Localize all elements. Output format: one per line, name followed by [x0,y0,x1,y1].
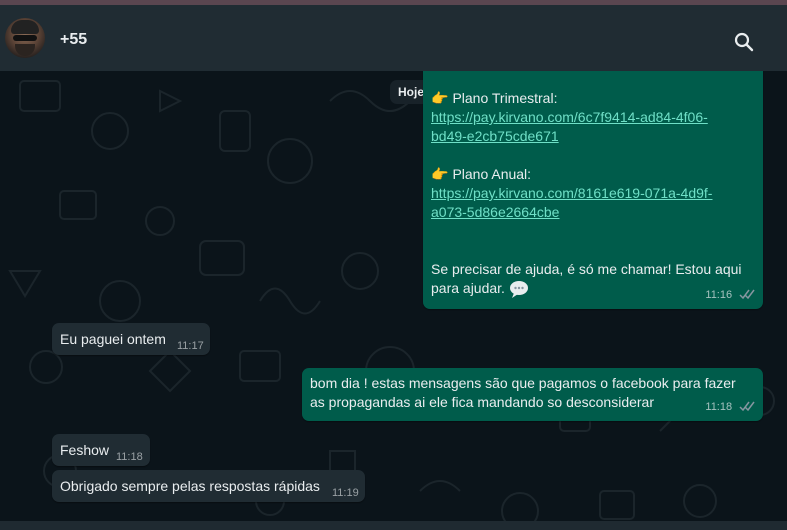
double-check-icon [739,401,755,411]
double-check-icon [739,289,755,299]
message-outgoing[interactable]: 👉 Plano Trimestral: https://pay.kirvano.c… [423,71,763,309]
plan1-label: Plano Trimestral: [452,90,558,106]
point-right-emoji: 👉 [431,166,449,182]
message-line2: as propagandas ai ele fica mandando so d… [310,394,655,410]
message-line1: bom dia ! estas mensagens são que pagamo… [310,375,736,391]
plan2-link-line1[interactable]: https://pay.kirvano.com/8161e619-071a-4d… [431,184,756,203]
message-time: 11:18 [116,451,143,463]
message-time: 11:17 [177,340,204,352]
avatar[interactable] [5,18,45,58]
message-time: 11:18 [705,401,733,413]
message-incoming[interactable]: Obrigado sempre pelas respostas rápidas … [52,470,365,502]
speech-bubble-emoji [509,281,528,299]
help-line2: para ajudar. [431,280,505,296]
message-text: Feshow [60,442,110,458]
plan1-link[interactable]: https://pay.kirvano.com/6c7f9414-ad84-4f… [431,108,756,146]
plan1-link-line2[interactable]: bd49-e2cb75cde671 [431,127,756,146]
plan2-label: Plano Anual: [452,166,532,182]
plan-line: 👉 Plano Trimestral: [431,89,756,108]
chat-header: +55 [0,5,787,71]
plan1-link-line1[interactable]: https://pay.kirvano.com/6c7f9414-ad84-4f… [431,108,756,127]
search-icon [734,32,754,52]
message-time: 11:19 [332,487,359,499]
message-incoming[interactable]: Feshow 11:18 [52,434,150,466]
composer-bar-edge [0,521,787,530]
message-text: Eu paguei ontem [60,331,166,347]
search-button[interactable] [733,31,755,53]
message-outgoing[interactable]: bom dia ! estas mensagens são que pagamo… [302,368,763,421]
message-text: Obrigado sempre pelas respostas rápidas [60,478,320,494]
point-right-emoji: 👉 [431,90,449,106]
plan2-link-line2[interactable]: a073-5d86e2664cbe [431,203,756,222]
help-line1: Se precisar de ajuda, é só me chamar! Es… [431,261,742,277]
chat-area[interactable]: Hoje 👉 Plano Trimestral: https://pay.kirv… [0,71,787,530]
plan-line: 👉 Plano Anual: [431,165,756,184]
plan2-link[interactable]: https://pay.kirvano.com/8161e619-071a-4d… [431,184,756,222]
contact-name[interactable]: +55 [60,31,87,49]
message-time: 11:16 [705,289,733,301]
message-incoming[interactable]: Eu paguei ontem 11:17 [52,323,210,355]
